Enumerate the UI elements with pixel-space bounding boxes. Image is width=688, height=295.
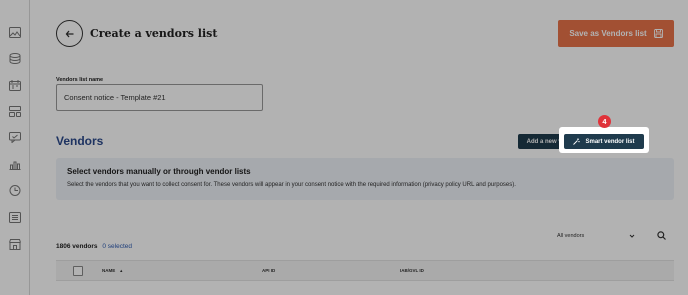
smart-vendor-list-button[interactable]: Smart vendor list [564, 134, 644, 149]
magic-wand-icon [573, 138, 581, 145]
chevron-down-icon [629, 234, 635, 238]
save-label: Save as Vendors list [569, 29, 647, 38]
list-name-label: Vendors list name [56, 77, 104, 83]
column-name-label: NAME [102, 268, 116, 273]
vendor-filter-select[interactable]: All vendors [550, 226, 642, 245]
vendors-heading: Vendors [56, 134, 104, 148]
calendar-icon[interactable] [9, 80, 21, 91]
chat-icon[interactable] [9, 132, 21, 143]
info-panel: Select vendors manually or through vendo… [56, 158, 674, 200]
info-text: Select the vendors that you want to coll… [67, 182, 516, 188]
page-title: Create a vendors list [90, 27, 218, 40]
search-button[interactable] [652, 226, 671, 245]
layout-icon[interactable] [9, 106, 21, 117]
list-icon[interactable] [9, 212, 21, 223]
search-icon [657, 231, 666, 240]
column-api-id: API ID [262, 268, 276, 273]
vendor-count: 1806 vendors 0 selected [56, 243, 132, 250]
column-iab-gvl-id: IAB/GVL ID [400, 268, 424, 273]
save-icon [653, 29, 663, 38]
clock-icon[interactable] [9, 185, 21, 196]
filter-selected: All vendors [557, 232, 585, 239]
step-badge: 4 [598, 115, 611, 128]
arrow-left-icon [65, 30, 73, 37]
column-name[interactable]: NAME ▲ [102, 268, 123, 273]
images-icon[interactable] [9, 27, 21, 38]
store-icon[interactable] [9, 239, 21, 250]
info-title: Select vendors manually or through vendo… [67, 167, 251, 176]
select-all-checkbox[interactable] [73, 266, 83, 276]
sort-arrow-icon: ▲ [119, 268, 124, 273]
back-button[interactable] [56, 20, 83, 47]
chart-icon[interactable] [9, 159, 21, 170]
table-header: NAME ▲ API ID IAB/GVL ID [56, 260, 674, 281]
total-count: 1806 vendors [56, 243, 98, 250]
database-icon[interactable] [9, 53, 21, 64]
save-vendors-list-button[interactable]: Save as Vendors list [558, 20, 674, 47]
list-name-input[interactable] [56, 84, 263, 111]
sidebar [0, 0, 30, 295]
selected-count[interactable]: 0 selected [102, 243, 132, 250]
smart-vendor-label: Smart vendor list [585, 138, 635, 145]
